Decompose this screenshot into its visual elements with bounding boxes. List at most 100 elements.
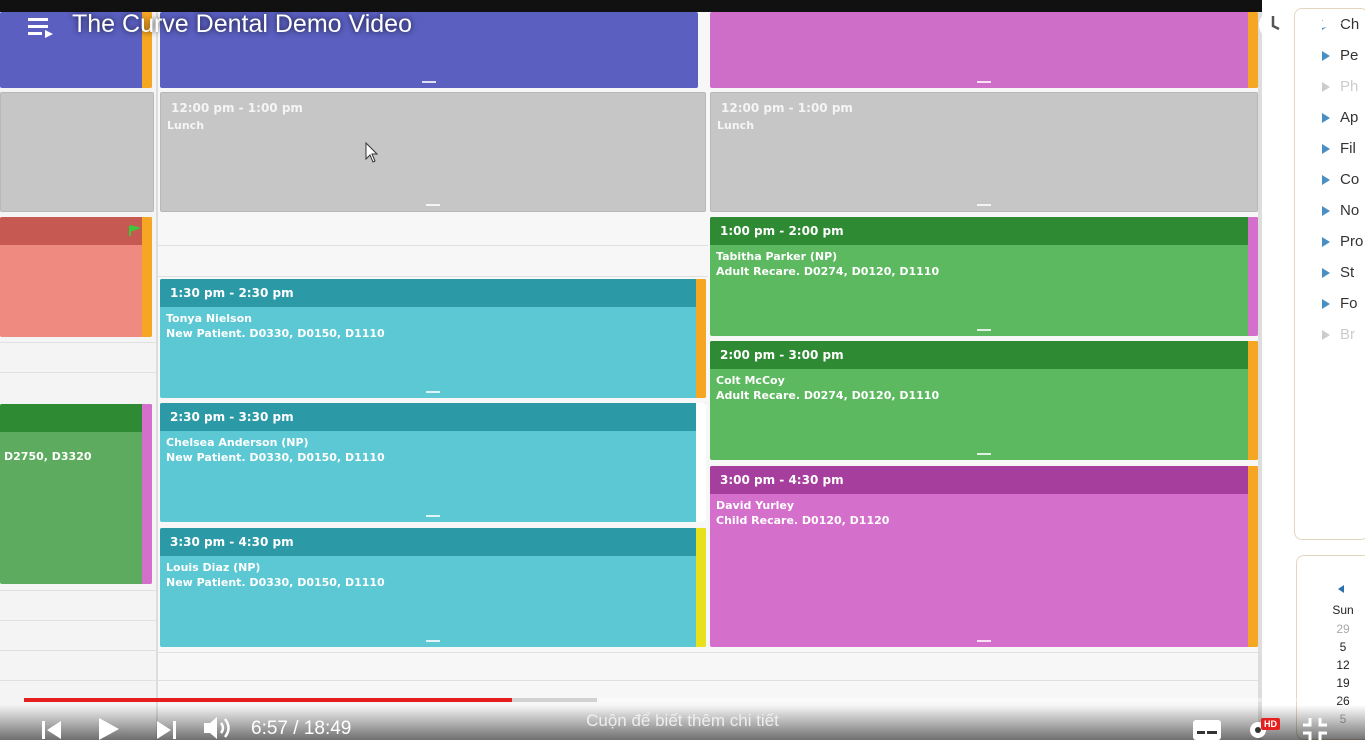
flag-icon: [129, 225, 140, 236]
mouse-cursor-icon: [365, 142, 379, 163]
resize-handle[interactable]: [977, 329, 991, 331]
status-edge: [142, 404, 152, 584]
lunch-block-right[interactable]: 12:00 pm - 1:00 pm Lunch: [710, 92, 1258, 212]
appointment-card[interactable]: 2:30 pm - 3:30 pm Chelsea Anderson (NP) …: [160, 403, 706, 522]
side-menu-label: Pro: [1340, 233, 1364, 250]
resize-handle[interactable]: [426, 640, 440, 642]
status-edge: [696, 403, 706, 522]
schedule-column-left: D2750, D3320: [0, 12, 156, 740]
triangle-icon: [1322, 175, 1330, 186]
appointment-time: 2:00 pm - 3:00 pm: [710, 341, 1258, 369]
calendar-date[interactable]: 12: [1328, 658, 1358, 672]
lunch-block-middle[interactable]: 12:00 pm - 1:00 pm Lunch: [160, 92, 706, 212]
resize-handle[interactable]: [426, 391, 440, 393]
resize-handle[interactable]: [977, 453, 991, 455]
appointment-detail: New Patient. D0330, D0150, D1110: [166, 576, 385, 589]
playlist-icon[interactable]: [26, 14, 56, 40]
resize-handle[interactable]: [426, 204, 440, 206]
appointment-detail: Child Recare. D0120, D1120: [716, 514, 890, 527]
side-menu-item[interactable]: Fil: [1322, 140, 1356, 157]
play-icon[interactable]: [96, 716, 122, 740]
side-menu-item[interactable]: St: [1322, 264, 1354, 281]
side-menu-label: Fil: [1340, 140, 1356, 157]
resize-handle[interactable]: [977, 640, 991, 642]
lunch-time: 12:00 pm - 1:00 pm: [171, 101, 303, 115]
side-menu-label: Ph: [1340, 78, 1359, 95]
appointment-detail: Adult Recare. D0274, D0120, D1110: [716, 265, 940, 278]
skip-previous-icon[interactable]: [40, 718, 64, 740]
resize-handle[interactable]: [977, 204, 991, 206]
appointment-codes: D2750, D3320: [4, 450, 92, 463]
status-edge: [696, 528, 706, 647]
appointment-card[interactable]: 1:00 pm - 2:00 pm Tabitha Parker (NP) Ad…: [710, 217, 1258, 336]
triangle-icon: [1322, 237, 1330, 248]
resize-handle[interactable]: [422, 81, 436, 83]
side-menu-label: Pe: [1340, 47, 1359, 64]
triangle-icon: [1322, 330, 1330, 341]
appointment-block-left-green[interactable]: D2750, D3320: [0, 404, 152, 584]
appointment-detail: New Patient. D0330, D0150, D1110: [166, 451, 385, 464]
side-menu-label: Fo: [1340, 295, 1358, 312]
side-menu-item[interactable]: Pe: [1322, 47, 1358, 64]
share-icon[interactable]: [1310, 10, 1344, 40]
side-menu-label: Ap: [1340, 109, 1359, 126]
resize-handle[interactable]: [426, 515, 440, 517]
side-menu-item[interactable]: Fo: [1322, 295, 1358, 312]
triangle-icon: [1322, 51, 1330, 62]
appointment-patient: Tabitha Parker (NP): [716, 250, 838, 263]
appointment-block-left-red[interactable]: [0, 217, 152, 337]
calendar-date[interactable]: 19: [1328, 676, 1358, 690]
resize-handle[interactable]: [977, 81, 991, 83]
appointment-time: 3:30 pm - 4:30 pm: [160, 528, 706, 556]
side-menu-item[interactable]: No: [1322, 202, 1359, 219]
lunch-label: Lunch: [717, 119, 755, 132]
appointment-time: 1:00 pm - 2:00 pm: [710, 217, 1258, 245]
appointment-card[interactable]: 3:00 pm - 4:30 pm David Yurley Child Rec…: [710, 466, 1258, 647]
exit-fullscreen-icon[interactable]: [1301, 716, 1329, 740]
calendar-date[interactable]: 29: [1328, 622, 1358, 636]
side-menu-item[interactable]: Ph: [1322, 78, 1358, 95]
triangle-icon: [1322, 144, 1330, 155]
volume-icon[interactable]: [202, 715, 236, 740]
progress-played[interactable]: [24, 698, 512, 702]
schedule-column-right: 12:00 pm - 1:00 pm Lunch 1:00 pm - 2:00 …: [708, 12, 1260, 740]
triangle-icon: [1322, 299, 1330, 310]
appointment-detail: Adult Recare. D0274, D0120, D1110: [716, 389, 940, 402]
appointment-patient: David Yurley: [716, 499, 795, 512]
clock-icon[interactable]: [1257, 9, 1289, 41]
calendar-date[interactable]: 5: [1328, 640, 1358, 654]
triangle-icon: [1322, 268, 1330, 279]
side-menu-item[interactable]: Ap: [1322, 109, 1358, 126]
subtitles-icon[interactable]: [1192, 718, 1222, 740]
side-menu-label: St: [1340, 264, 1355, 281]
scroll-hint[interactable]: Cuộn để biết thêm chi tiết: [540, 711, 825, 731]
video-title[interactable]: The Curve Dental Demo Video: [72, 10, 412, 39]
appointment-header: [0, 404, 152, 432]
side-menu-label: Br: [1340, 326, 1355, 343]
appointment-time: 1:30 pm - 2:30 pm: [160, 279, 706, 307]
skip-next-icon[interactable]: [154, 718, 178, 740]
appointment-time: 3:00 pm - 4:30 pm: [710, 466, 1258, 494]
side-menu-item[interactable]: Co: [1322, 171, 1359, 188]
appointment-detail: New Patient. D0330, D0150, D1110: [166, 327, 385, 340]
appointment-card[interactable]: 2:00 pm - 3:00 pm Colt McCoy Adult Recar…: [710, 341, 1258, 460]
appointment-card[interactable]: 3:30 pm - 4:30 pm Louis Diaz (NP) New Pa…: [160, 528, 706, 647]
status-edge: [1248, 466, 1258, 647]
appointment-patient: Chelsea Anderson (NP): [166, 436, 309, 449]
appointment-card[interactable]: 1:30 pm - 2:30 pm Tonya Nielson New Pati…: [160, 279, 706, 398]
hd-badge: HD: [1261, 718, 1280, 730]
status-edge: [142, 217, 152, 337]
schedule-column-middle: 12:00 pm - 1:00 pm Lunch 1:30 pm - 2:30 …: [156, 12, 712, 740]
video-frame[interactable]: D2750, D3320 12:00 pm - 1:00 pm Lunch 1:…: [0, 0, 1365, 740]
side-menu-item[interactable]: Br: [1322, 326, 1355, 343]
status-edge: [696, 279, 706, 398]
side-menu-item[interactable]: Pro: [1322, 233, 1363, 250]
lunch-label: Lunch: [167, 119, 205, 132]
appointment-patient: Tonya Nielson: [166, 312, 252, 325]
calendar-prev-icon[interactable]: [1336, 584, 1346, 594]
appointment-block-right-top[interactable]: [710, 12, 1258, 88]
triangle-icon: [1322, 206, 1330, 217]
time-display: 6:57 / 18:49: [251, 718, 352, 739]
lunch-block-left[interactable]: [0, 92, 154, 212]
triangle-icon: [1322, 82, 1330, 93]
